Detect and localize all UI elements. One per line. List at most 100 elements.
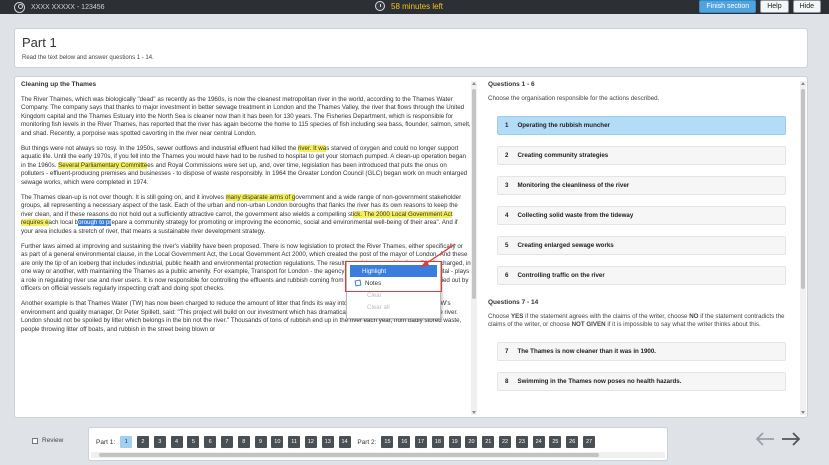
question-text: Operating the rubbish muncher — [517, 121, 610, 129]
question-text: Creating enlarged sewage works — [517, 241, 614, 249]
next-button[interactable] — [780, 428, 802, 450]
question-nav-button[interactable]: 16 — [398, 436, 411, 448]
question-nav-button[interactable]: 17 — [415, 436, 428, 448]
question-nav-button[interactable]: 7 — [220, 436, 233, 448]
text-run: ach local b — [48, 219, 79, 227]
question-nav-button[interactable]: 21 — [482, 436, 495, 448]
scroll-up-icon[interactable] — [472, 82, 476, 85]
question-item[interactable]: 8 Swimming in the Thames now poses no hea… — [497, 371, 786, 391]
main-panel: Cleaning up the Thames The River Thames,… — [14, 76, 808, 418]
question-nav-button[interactable]: 5 — [187, 436, 200, 448]
context-menu: Highlight Notes Clear Clear all — [346, 261, 441, 319]
question-nav-button[interactable]: 14 — [338, 436, 351, 448]
passage-scrollbar[interactable] — [471, 81, 477, 415]
question-number: 6 — [505, 271, 509, 279]
question-item[interactable]: 3 Monitoring the cleanliness of the river — [497, 175, 786, 195]
question-item[interactable]: 6 Controlling traffic on the river — [497, 265, 786, 285]
highlighted-text[interactable]: river. It wa — [298, 144, 327, 152]
question-nav-button[interactable]: 13 — [321, 436, 334, 448]
question-number: 3 — [505, 181, 509, 189]
questions-scrollbar[interactable] — [800, 81, 806, 415]
question-text: Creating community strategies — [517, 151, 609, 159]
passage-paragraph[interactable]: The Thames clean-up is not over though. … — [21, 193, 471, 237]
passage-paragraph[interactable]: But things were not always so rosy. In t… — [21, 144, 471, 188]
question-nav-button[interactable]: 12 — [304, 436, 317, 448]
user-icon — [14, 1, 25, 13]
question-nav-button[interactable]: 26 — [566, 436, 579, 448]
question-nav-button[interactable]: 18 — [431, 436, 444, 448]
question-number: 8 — [505, 377, 509, 385]
question-item[interactable]: 5 Creating enlarged sewage works — [497, 235, 786, 255]
question-nav-button[interactable]: 24 — [532, 436, 545, 448]
question-text: Collecting solid waste from the tideway — [517, 211, 634, 219]
part-instruction: Read the text below and answer questions… — [22, 55, 154, 61]
scrollbar-thumb[interactable] — [801, 89, 805, 289]
notes-label: Notes — [365, 279, 382, 287]
page-title: Part 1 — [22, 35, 57, 50]
scroll-down-icon[interactable] — [801, 411, 805, 414]
question-item[interactable]: 1 Operating the rubbish muncher — [497, 115, 786, 135]
review-toggle[interactable]: Review — [32, 437, 63, 444]
passage-title: Cleaning up the Thames — [21, 81, 97, 88]
question-text: The Thames is now cleaner than it was in… — [517, 347, 657, 355]
questions-section-title: Questions 7 - 14 — [488, 298, 539, 306]
question-nav-button[interactable]: 6 — [204, 436, 217, 448]
part-header: Part 1 Read the text below and answer qu… — [14, 28, 808, 68]
question-text: Monitoring the cleanliness of the river — [517, 181, 630, 189]
question-nav-button[interactable]: 2 — [136, 436, 149, 448]
question-nav-button[interactable]: 22 — [499, 436, 512, 448]
bottom-navigation: Review Part 1: 1 2 3 4 5 6 7 8 9 10 11 12 13 14 Part … — [0, 422, 829, 465]
previous-button[interactable] — [754, 428, 776, 450]
keyword-yes: YES — [511, 312, 524, 320]
hide-button[interactable]: Hide — [792, 0, 821, 13]
text-run: if it is impossible to say what the writ… — [605, 321, 761, 329]
questions-instruction: Choose YES if the statement agrees with … — [488, 313, 793, 330]
clear-all-menu-item[interactable]: Clear all — [347, 301, 440, 313]
text-run: The Thames clean-up is not over though. … — [21, 193, 226, 201]
arrow-left-icon — [755, 432, 774, 446]
notes-menu-item[interactable]: Notes — [347, 277, 440, 289]
scrollbar-thumb[interactable] — [99, 453, 599, 457]
pencil-icon — [354, 279, 362, 287]
question-number: 4 — [505, 211, 509, 219]
question-number: 2 — [505, 151, 509, 159]
text-run: But things were not always so rosy. In t… — [21, 144, 298, 152]
highlighted-text[interactable]: Several Parliamentary Committe — [58, 161, 148, 169]
question-nav-button[interactable]: 11 — [288, 436, 301, 448]
passage-paragraph[interactable]: The River Thames, which was biologically… — [21, 96, 471, 139]
question-item[interactable]: 4 Collecting solid waste from the tideway — [497, 205, 786, 225]
scroll-up-icon[interactable] — [801, 82, 805, 85]
question-nav-button[interactable]: 10 — [271, 436, 284, 448]
question-nav-button[interactable]: 27 — [583, 436, 596, 448]
keyword-no: NO — [689, 312, 699, 320]
highlighted-text[interactable]: many disparate arms of g — [225, 193, 296, 201]
question-nav-button[interactable]: 3 — [153, 436, 166, 448]
question-nav-button[interactable]: 1 — [120, 436, 133, 448]
question-nav-button[interactable]: 4 — [170, 436, 183, 448]
question-nav-button[interactable]: 25 — [549, 436, 562, 448]
question-nav-button[interactable]: 20 — [465, 436, 478, 448]
text-run: if the statement agrees with the claims … — [523, 312, 690, 320]
question-item[interactable]: 7 The Thames is now cleaner than it was i… — [497, 341, 786, 361]
navigator-scrollbar[interactable] — [91, 452, 665, 458]
help-button[interactable]: Help — [760, 0, 789, 13]
selected-text[interactable]: orough to pr — [78, 219, 112, 227]
question-nav-button[interactable]: 9 — [254, 436, 267, 448]
question-nav-button[interactable]: 19 — [448, 436, 461, 448]
clear-menu-item[interactable]: Clear — [347, 289, 440, 301]
question-nav-button[interactable]: 23 — [515, 436, 528, 448]
question-number: 1 — [505, 121, 509, 129]
scrollbar-thumb[interactable] — [472, 89, 476, 299]
question-item[interactable]: 2 Creating community strategies — [497, 145, 786, 165]
scroll-down-icon[interactable] — [472, 411, 476, 414]
question-number: 7 — [505, 347, 509, 355]
question-nav-button[interactable]: 8 — [237, 436, 250, 448]
highlight-menu-item[interactable]: Highlight — [350, 265, 437, 277]
text-run: Choose — [488, 312, 512, 320]
reading-passage[interactable]: Cleaning up the Thames The River Thames,… — [21, 81, 471, 415]
time-left: 58 minutes left — [391, 1, 444, 11]
finish-section-button[interactable]: Finish section — [699, 0, 757, 13]
question-text: Swimming in the Thames now poses no heal… — [517, 377, 682, 385]
review-checkbox[interactable] — [32, 437, 38, 444]
question-nav-button[interactable]: 15 — [381, 436, 394, 448]
